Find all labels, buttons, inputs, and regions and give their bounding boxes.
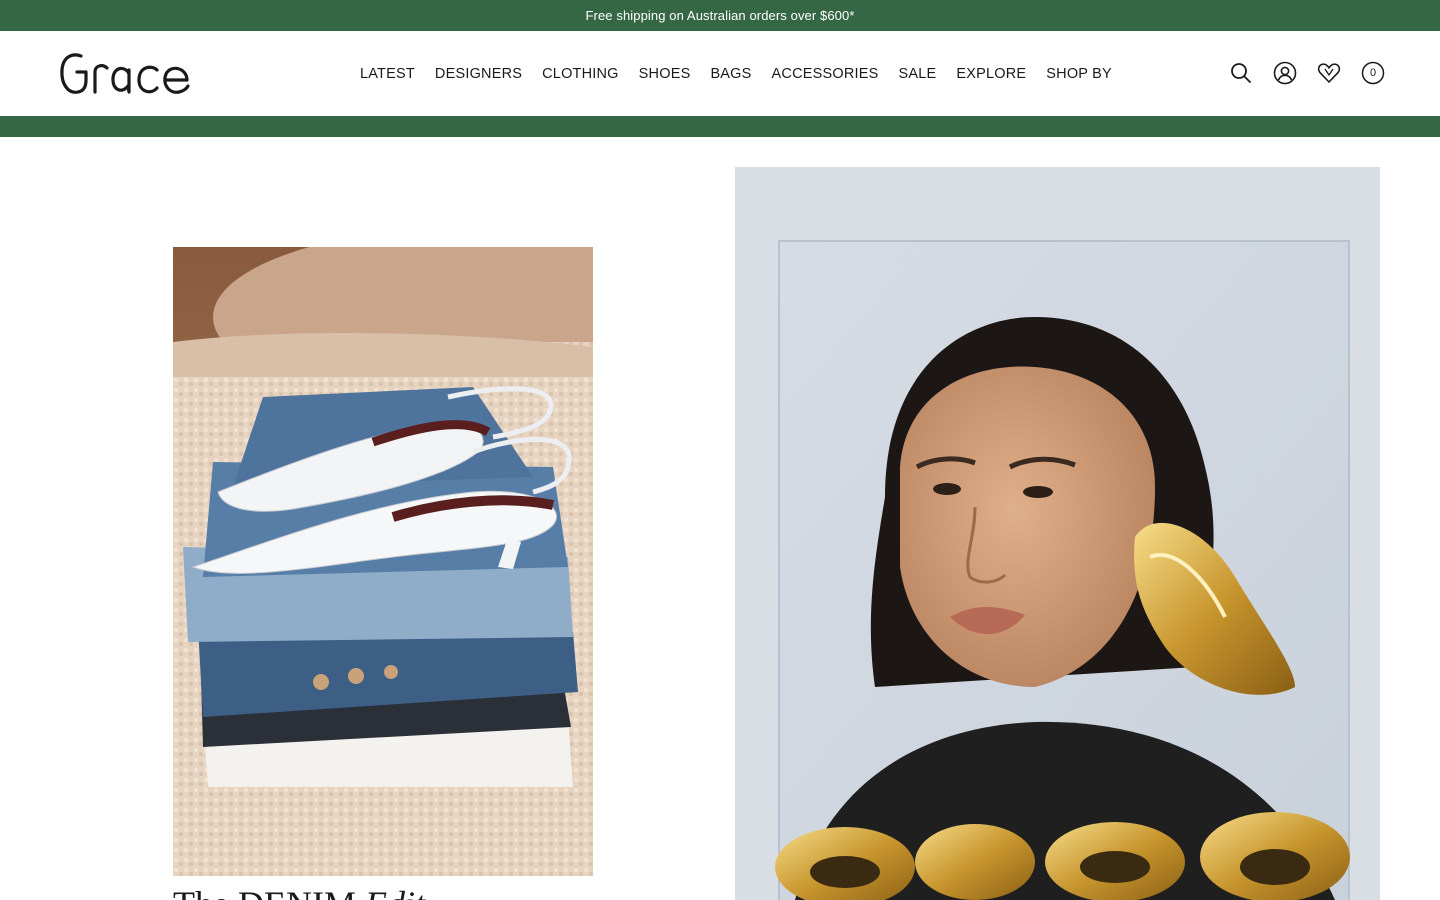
nav-clothing[interactable]: CLOTHING [542,65,619,85]
main-nav: LATEST DESIGNERS CLOTHING SHOES BAGS ACC… [360,65,1112,85]
account-icon [1273,61,1297,85]
bag-button[interactable]: 0 [1361,61,1385,85]
nav-bags[interactable]: BAGS [710,65,751,85]
denim-edit-title[interactable]: The DENIM Edit [173,884,593,900]
heart-icon [1317,63,1341,83]
gold-jewellery-portrait-image[interactable] [735,167,1380,900]
account-button[interactable] [1273,61,1297,85]
nav-accessories[interactable]: ACCESSORIES [772,65,879,85]
nav-latest[interactable]: LATEST [360,65,415,85]
promo-text: Free shipping on Australian orders over … [585,8,855,23]
denim-edit-title-italic: Edit [365,884,425,900]
nav-designers[interactable]: DESIGNERS [435,65,522,85]
promo-bar: Free shipping on Australian orders over … [0,0,1440,31]
nav-shoes[interactable]: SHOES [639,65,691,85]
nav-sale[interactable]: SALE [898,65,936,85]
search-icon [1231,63,1251,83]
denim-edit-image[interactable] [173,247,593,876]
wishlist-button[interactable] [1317,61,1341,85]
denim-edit-title-plain: The DENIM [173,884,365,900]
nav-explore[interactable]: EXPLORE [956,65,1026,85]
header-icons: 0 [1229,60,1385,86]
grace-logo[interactable] [59,50,192,96]
site-header: LATEST DESIGNERS CLOTHING SHOES BAGS ACC… [0,31,1440,116]
header-divider-strip [0,116,1440,137]
search-button[interactable] [1229,61,1253,85]
nav-shop-by[interactable]: SHOP BY [1046,65,1112,85]
bag-count: 0 [1369,67,1377,79]
